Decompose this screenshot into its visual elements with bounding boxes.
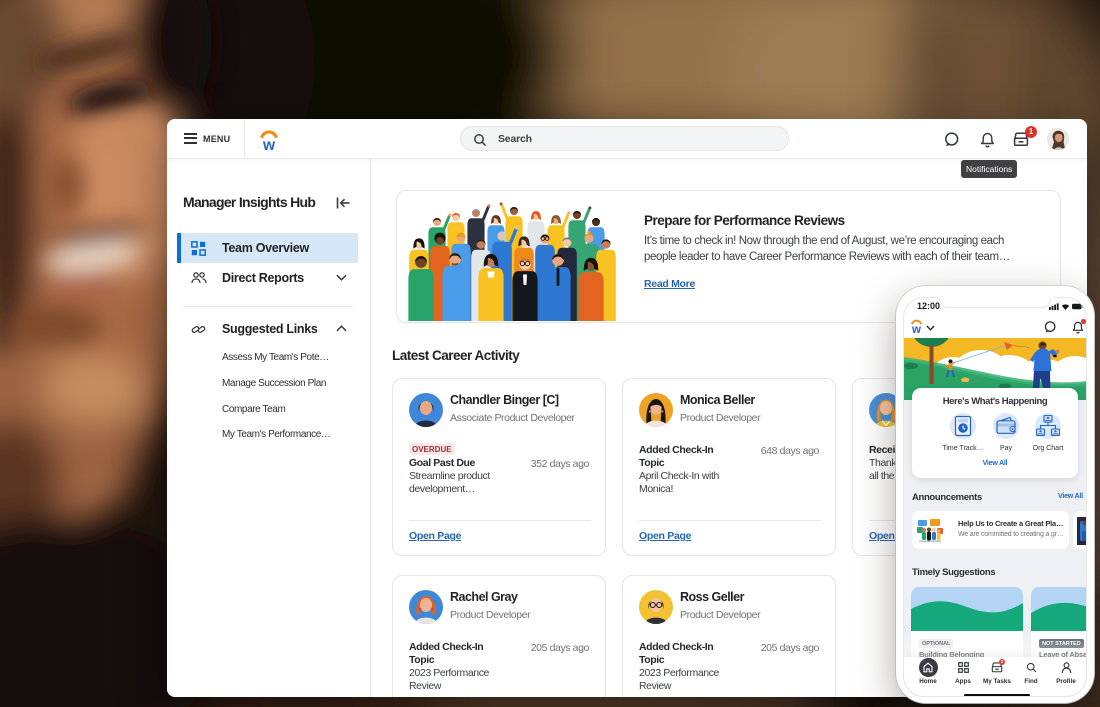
svg-text:w: w [262, 137, 276, 152]
svg-text:w: w [911, 324, 921, 335]
